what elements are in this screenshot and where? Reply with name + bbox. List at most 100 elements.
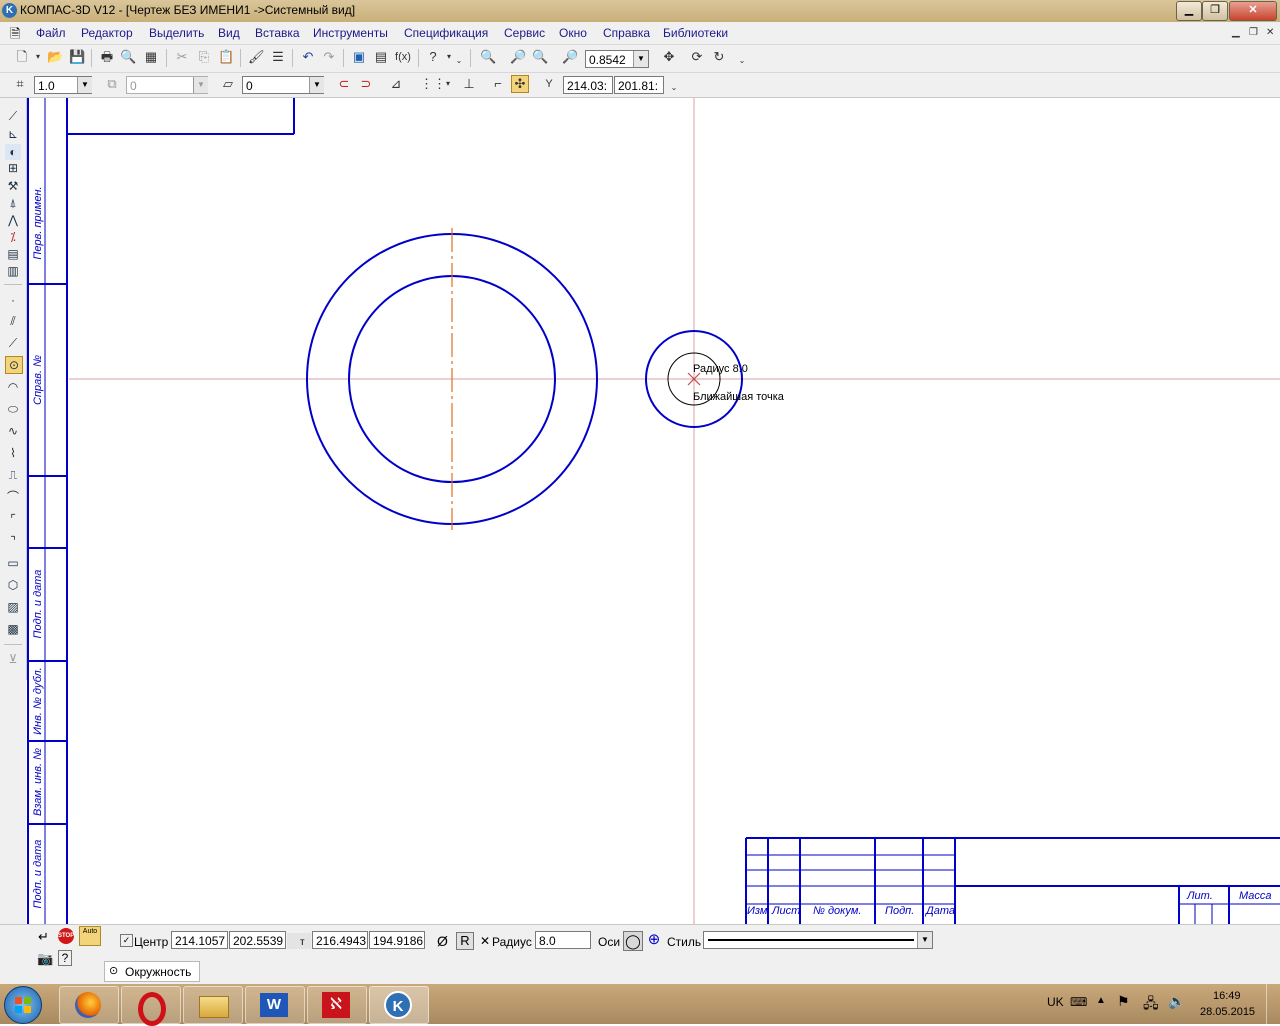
menu-tools[interactable]: Инструменты <box>313 26 388 40</box>
toolbar2-options-icon[interactable]: ⌄ <box>734 53 750 69</box>
dimensions-panel-icon[interactable]: ⊾ <box>5 126 21 142</box>
language-indicator[interactable]: UK <box>1047 995 1064 1009</box>
help-pointer-icon[interactable]: ? <box>425 49 441 65</box>
line-style-icon[interactable]: ▱ <box>220 76 236 92</box>
start-button[interactable] <box>4 986 42 1024</box>
zoom-window-icon[interactable]: 🔍 <box>480 49 496 65</box>
orthogonal-mode-icon[interactable]: ⌐ <box>490 76 506 92</box>
step-dropdown-arrow[interactable]: ▼ <box>77 77 92 93</box>
cursor-y-field[interactable]: 201.81: <box>614 76 664 94</box>
select-panel-icon[interactable]: ⋀ <box>5 212 21 228</box>
zoom-in-icon[interactable]: 🔎 <box>510 49 526 65</box>
format-brush-icon[interactable]: 🖌 <box>248 49 265 65</box>
menu-file[interactable]: Файл <box>36 26 66 40</box>
taskbar-kompas[interactable]: K <box>369 986 429 1024</box>
tab-circle[interactable]: ⊙ Окружность <box>104 961 200 982</box>
regenerate-icon[interactable]: ↻ <box>711 49 727 65</box>
layer-dropdown-arrow[interactable]: ▼ <box>193 77 208 93</box>
action-center-flag-icon[interactable]: ⚑ <box>1117 993 1130 1010</box>
volume-icon[interactable]: 🔈 <box>1168 993 1185 1010</box>
drawing-canvas[interactable]: Перв. примен. Справ. № Подп. и дата Инв.… <box>27 98 1280 924</box>
style-dropdown-arrow[interactable]: ▼ <box>309 77 324 93</box>
variables-icon[interactable]: f(x) <box>395 49 411 65</box>
point-x-field[interactable]: 216.4943 <box>312 931 368 949</box>
spec-panel-icon[interactable]: ⁒ <box>5 229 21 245</box>
paste-icon[interactable]: 📋 <box>218 49 234 65</box>
print-icon[interactable]: 🖶 <box>99 49 115 65</box>
nurbs-tool-icon[interactable]: ⌇ <box>5 445 21 461</box>
grid-dropdown-icon[interactable]: ▾ <box>440 76 456 92</box>
taskbar-explorer[interactable] <box>183 986 243 1024</box>
measure-panel-icon[interactable]: ⍋ <box>5 195 21 211</box>
enter-icon[interactable]: ↵ <box>38 929 49 945</box>
editing-panel-icon[interactable]: ⊞ <box>5 160 21 176</box>
menu-view[interactable]: Вид <box>218 26 240 40</box>
snap-magnet-icon[interactable]: ⊂ <box>336 76 352 92</box>
line-style-dropdown-arrow[interactable]: ▼ <box>917 932 932 948</box>
clock-date[interactable]: 28.05.2015 <box>1200 1006 1255 1018</box>
manager-icon[interactable]: ▣ <box>351 49 367 65</box>
new-dropdown-icon[interactable]: ▾ <box>30 49 46 65</box>
taskbar-firefox[interactable] <box>59 986 119 1024</box>
new-document-icon[interactable]: 🗋 <box>14 49 30 65</box>
properties-icon[interactable]: ☰ <box>270 49 286 65</box>
parametrization-panel-icon[interactable]: ⚒ <box>5 178 21 194</box>
insert-panel-icon[interactable]: ▥ <box>5 263 21 279</box>
menu-help[interactable]: Справка <box>603 26 650 40</box>
line-style-select[interactable] <box>703 931 933 949</box>
menu-libraries[interactable]: Библиотеки <box>663 26 728 40</box>
refresh-view-icon[interactable]: ⟳ <box>689 49 705 65</box>
auxiliary-line-tool-icon[interactable]: ⫽ <box>5 313 21 329</box>
print-preview-icon[interactable]: 🔍 <box>120 49 136 65</box>
open-icon[interactable]: 📂 <box>47 49 63 65</box>
help-icon[interactable]: ? <box>58 950 72 966</box>
grid-step-icon[interactable]: ⌗ <box>12 76 28 92</box>
arc-tool-icon[interactable]: ◠ <box>5 379 21 395</box>
stop-button[interactable]: STOP <box>58 928 74 944</box>
fillet-tool-icon[interactable]: ⌝ <box>5 533 21 549</box>
mdi-close-button[interactable]: ✕ <box>1266 27 1274 38</box>
taskbar-opera[interactable] <box>121 986 181 1026</box>
close-button[interactable]: ✕ <box>1229 1 1277 21</box>
bezier-tool-icon[interactable]: ⌒ <box>5 489 21 505</box>
point-tool-icon[interactable]: · <box>5 292 21 308</box>
toolbar-options-icon[interactable]: ⌄ <box>451 53 467 69</box>
point-checkbox-area[interactable] <box>287 933 311 949</box>
macro-tool-icon[interactable]: ⊻ <box>5 651 21 667</box>
toolbar3-options-icon[interactable]: ⌄ <box>666 80 682 96</box>
ortho-icon[interactable]: ⊿ <box>388 76 404 92</box>
print-settings-icon[interactable]: ▦ <box>143 49 159 65</box>
cursor-snap-icon[interactable]: ✣ <box>511 75 529 93</box>
camera-icon[interactable]: 📷 <box>37 951 53 967</box>
taskbar-acrobat[interactable]: ℵ <box>307 986 367 1024</box>
menu-insert[interactable]: Вставка <box>255 26 300 40</box>
chamfer-tool-icon[interactable]: ⌜ <box>5 511 21 527</box>
menu-edit[interactable]: Редактор <box>81 26 133 40</box>
cursor-x-field[interactable]: 214.03: <box>563 76 613 94</box>
with-axes-button[interactable]: ⊕ <box>645 931 663 949</box>
polygon-tool-icon[interactable]: ⬡ <box>5 577 21 593</box>
grid-icon[interactable]: ⋮⋮ <box>420 76 446 92</box>
minimize-button[interactable]: ▁ <box>1176 1 1202 21</box>
radius-field[interactable]: 8.0 <box>535 931 591 949</box>
cut-icon[interactable]: ✂ <box>174 49 190 65</box>
taskbar-word[interactable]: W <box>245 986 305 1024</box>
tray-expand-icon[interactable]: ▲ <box>1096 995 1106 1006</box>
undo-icon[interactable]: ↶ <box>300 49 316 65</box>
symbols-panel-icon[interactable]: ◐ <box>5 144 21 160</box>
point-y-field[interactable]: 194.9186 <box>369 931 425 949</box>
center-checkbox[interactable]: ✓ <box>120 934 133 947</box>
auto-create-button[interactable]: Auto <box>79 926 101 946</box>
zoom-scale-icon[interactable]: 🔎 <box>562 49 578 65</box>
spline-tool-icon[interactable]: ∿ <box>5 423 21 439</box>
mdi-minimize-button[interactable]: ▁ <box>1232 27 1240 38</box>
redo-icon[interactable]: ↷ <box>321 49 337 65</box>
menu-service[interactable]: Сервис <box>504 26 545 40</box>
ellipse-tool-icon[interactable]: ⬭ <box>5 401 21 417</box>
library-manager-icon[interactable]: ▤ <box>373 49 389 65</box>
save-icon[interactable]: 💾 <box>69 49 85 65</box>
clock-time[interactable]: 16:49 <box>1213 990 1241 1002</box>
layer-icon[interactable]: ⧉ <box>104 76 120 92</box>
mdi-restore-button[interactable]: ❐ <box>1249 27 1258 38</box>
show-desktop-button[interactable] <box>1266 984 1280 1024</box>
